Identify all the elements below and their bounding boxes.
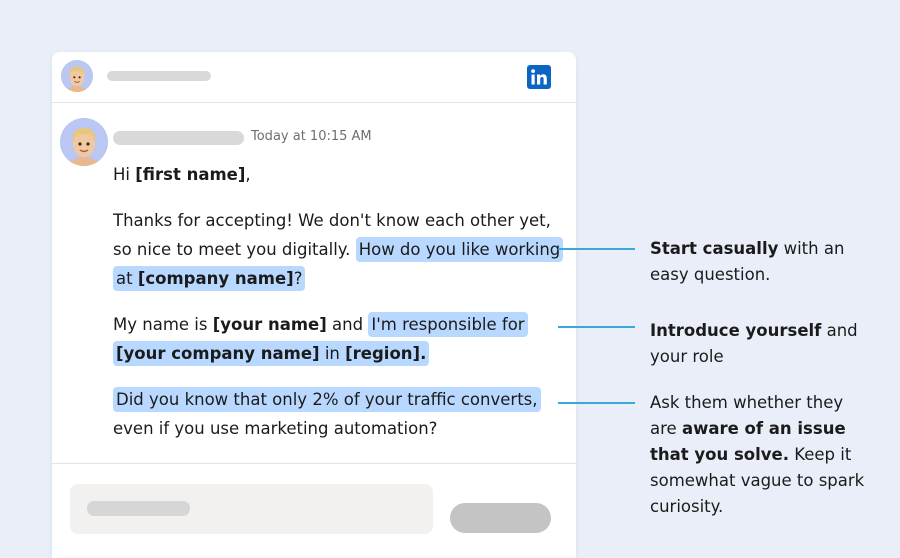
linkedin-icon[interactable] [527, 65, 551, 89]
message-input[interactable] [70, 484, 433, 534]
annotation-connector-2 [558, 326, 635, 328]
annotation-introduce-yourself: Introduce yourself and your role [650, 321, 858, 366]
linkedin-message-card: Today at 10:15 AM Hi [first name], Thank… [52, 52, 576, 558]
annotation-connector-1 [558, 248, 635, 250]
message-body: Hi [first name], Thanks for accepting! W… [113, 160, 568, 460]
first-name-placeholder: [first name] [135, 165, 246, 184]
annotation-issue-awareness: Ask them whether they are aware of an is… [650, 393, 865, 516]
message-paragraph-3: Did you know that only 2% of your traffi… [113, 385, 568, 443]
para3-highlight: Did you know that only 2% of your traffi… [113, 387, 541, 412]
contact-name-placeholder [107, 71, 211, 81]
message-timestamp: Today at 10:15 AM [251, 129, 372, 144]
composer-divider [52, 463, 576, 464]
annotation-start-casually: Start casually with an easy question. [650, 239, 845, 284]
greeting-text: Hi [113, 165, 136, 184]
company-name-placeholder: [company name] [137, 269, 294, 288]
memoji-avatar-icon[interactable] [60, 118, 108, 166]
send-button[interactable] [450, 503, 551, 533]
region-placeholder: [region]. [345, 344, 427, 363]
memoji-avatar-icon[interactable] [61, 60, 93, 92]
para3-text: even if you use marketing automation? [113, 419, 438, 438]
message-paragraph-1: Thanks for accepting! We don't know each… [113, 206, 568, 293]
your-company-placeholder: [your company name] [116, 344, 320, 363]
para2-text: My name is [113, 315, 213, 334]
greeting-punct: , [245, 165, 251, 184]
annotation-connector-3 [558, 402, 635, 404]
message-greeting: Hi [first name], [113, 160, 568, 189]
sender-name-placeholder [113, 131, 244, 145]
input-placeholder [87, 501, 190, 516]
conversation-header [52, 52, 576, 103]
message-paragraph-2: My name is [your name] and I'm responsib… [113, 310, 568, 368]
your-name-placeholder: [your name] [212, 315, 327, 334]
